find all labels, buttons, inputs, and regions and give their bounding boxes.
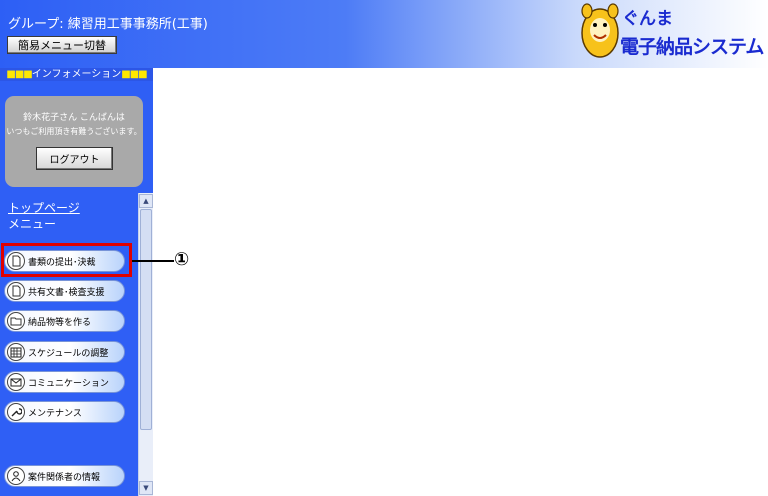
user-info-box: 鈴木花子さん こんばんは いつもご利用頂き有難うございます。 ログアウト xyxy=(5,96,143,187)
menu-button-maintenance[interactable]: メンテナンス xyxy=(4,401,125,423)
highlight-box xyxy=(1,243,132,277)
toppage-link[interactable]: トップページ xyxy=(8,199,80,216)
logo-line1: ぐんま xyxy=(622,9,673,29)
mascot-icon xyxy=(581,3,619,58)
menu-button-label: コミュニケーション xyxy=(28,378,109,389)
menu-button-project-members[interactable]: 案件関係者の情報 xyxy=(4,465,125,487)
information-label: インフォメーション xyxy=(31,69,122,80)
menu-button-label: 納品物等を作る xyxy=(28,317,92,328)
calendar-icon xyxy=(7,343,25,361)
sidebar-scrollbar[interactable]: ▲ ▼ xyxy=(138,193,153,496)
menu-button-label: スケジュールの調整 xyxy=(28,348,109,359)
scroll-thumb[interactable] xyxy=(140,209,152,430)
info-squares-left: ■■■ xyxy=(6,69,32,80)
menu-button-schedule[interactable]: スケジュールの調整 xyxy=(4,341,125,363)
nav-panel: トップページ メニュー 書類の提出･決裁 共有文書･検査支援 納品物等を作る ス… xyxy=(0,193,153,496)
menu-heading: メニュー xyxy=(8,217,57,231)
menu-button-label: 案件関係者の情報 xyxy=(28,472,101,483)
menu-button-shared-documents[interactable]: 共有文書･検査支援 xyxy=(4,280,125,302)
group-title: グループ: 練習用工事事務所(工事) xyxy=(8,17,208,32)
document-icon xyxy=(7,282,25,300)
folder-icon xyxy=(7,312,25,330)
menu-button-create-deliverables[interactable]: 納品物等を作る xyxy=(4,310,125,332)
menu-button-label: 共有文書･検査支援 xyxy=(28,287,105,298)
menu-switch-button[interactable]: 簡易メニュー切替 xyxy=(7,36,117,54)
scroll-down-button[interactable]: ▼ xyxy=(139,481,153,495)
logo-line2: 電子納品システム xyxy=(620,36,764,58)
person-icon xyxy=(7,467,25,485)
greeting-line2: いつもご利用頂き有難うございます。 xyxy=(6,127,142,136)
sidebar: ■■■インフォメーション■■■ 鈴木花子さん こんばんは いつもご利用頂き有難う… xyxy=(0,68,153,496)
callout-line xyxy=(132,260,174,262)
header-bar: グループ: 練習用工事事務所(工事) 簡易メニュー切替 ぐんま 電子納品システム xyxy=(0,0,768,68)
information-bar: ■■■インフォメーション■■■ xyxy=(0,68,153,81)
callout-number: ① xyxy=(174,249,190,270)
menu-button-label: メンテナンス xyxy=(28,408,82,419)
menu-button-communication[interactable]: コミュニケーション xyxy=(4,371,125,393)
mail-icon xyxy=(7,373,25,391)
logout-button[interactable]: ログアウト xyxy=(36,147,113,170)
wrench-icon xyxy=(7,403,25,421)
info-squares-right: ■■■ xyxy=(121,69,147,80)
scroll-up-button[interactable]: ▲ xyxy=(139,194,153,208)
greeting-line1: 鈴木花子さん こんばんは xyxy=(23,113,125,123)
system-logo: ぐんま 電子納品システム xyxy=(578,3,764,65)
